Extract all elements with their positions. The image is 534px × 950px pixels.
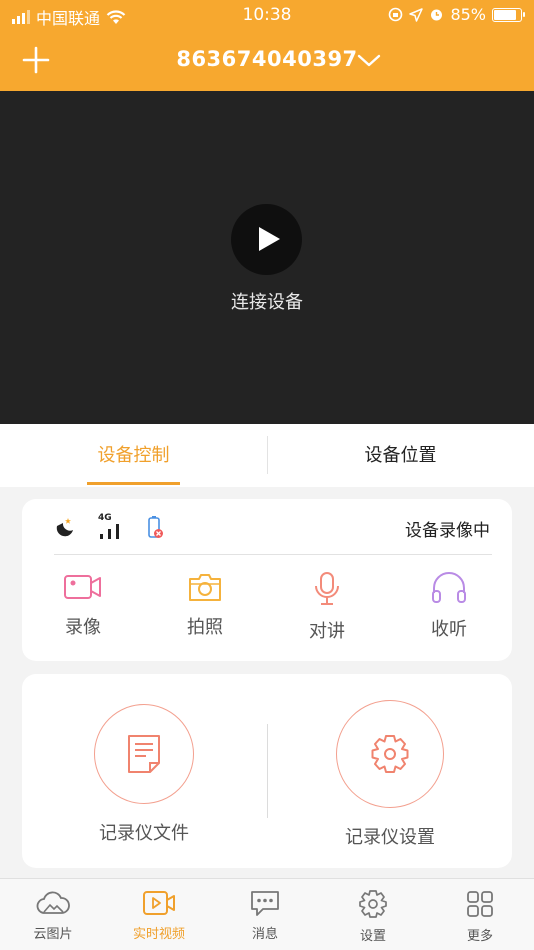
recorder-settings-button[interactable]: 记录仪设置 (290, 700, 490, 849)
header-nav: 863674040397 (0, 40, 534, 82)
nav-cloud-pictures[interactable]: 云图片 (0, 889, 106, 942)
bottom-nav: 云图片 实时视频 消息 设置 更多 (0, 878, 534, 950)
listen-label: 收听 (431, 619, 467, 640)
device-id-title: 863674040397 (176, 47, 358, 71)
play-icon (259, 227, 280, 251)
active-tab-indicator (87, 482, 180, 485)
recorder-files-circle (94, 704, 194, 804)
nav-messages-label: 消息 (251, 927, 278, 942)
microphone-icon (315, 572, 339, 605)
live-video-icon (143, 891, 175, 915)
recorder-card: 记录仪文件 记录仪设置 (22, 674, 512, 868)
play-button[interactable] (231, 204, 302, 275)
video-player[interactable]: 连接设备 (0, 91, 534, 424)
top-bar: 中国联通 10:38 85% 863674040397 (0, 0, 534, 91)
headphones-icon (432, 572, 466, 603)
message-icon (251, 891, 279, 916)
tab-bar: 设备控制 设备位置 (0, 424, 534, 487)
recording-status: 设备录像中 (405, 521, 490, 541)
nav-more-label: 更多 (466, 929, 493, 944)
signal-4g-icon: 4G (98, 513, 124, 539)
chevron-down-icon[interactable] (356, 51, 382, 69)
battery-alert-icon (148, 516, 163, 538)
recorder-settings-circle (336, 700, 444, 808)
record-video-button[interactable]: 录像 (22, 571, 144, 639)
night-mode-icon (56, 518, 73, 537)
alarm-clock-icon (431, 9, 443, 21)
connect-device-label: 连接设备 (231, 292, 303, 313)
battery-icon (492, 7, 525, 22)
tab-device-location[interactable]: 设备位置 (267, 424, 534, 487)
nav-settings[interactable]: 设置 (320, 889, 426, 944)
camera-icon (189, 574, 221, 601)
rotation-lock-icon (389, 7, 403, 22)
recorder-settings-label: 记录仪设置 (345, 827, 435, 848)
intercom-label: 对讲 (309, 621, 345, 642)
nav-live-video[interactable]: 实时视频 (106, 889, 212, 942)
recorder-files-label: 记录仪文件 (99, 823, 189, 844)
take-photo-button[interactable]: 拍照 (144, 571, 266, 639)
status-right: 85% (388, 5, 525, 24)
settings-icon (359, 890, 387, 918)
nav-live-video-label: 实时视频 (132, 927, 185, 942)
device-control-card: 4G 设备录像中 录像 拍照 对讲 收听 (22, 499, 512, 661)
recorder-files-button[interactable]: 记录仪文件 (44, 704, 244, 845)
listen-button[interactable]: 收听 (388, 571, 510, 641)
nav-more[interactable]: 更多 (427, 889, 533, 944)
record-video-label: 录像 (65, 617, 101, 638)
take-photo-label: 拍照 (187, 617, 223, 638)
card-divider (54, 554, 492, 555)
nav-cloud-pictures-label: 云图片 (33, 927, 73, 942)
signal-4g-label: 4G (98, 513, 112, 523)
nav-settings-label: 设置 (359, 929, 386, 944)
nav-messages[interactable]: 消息 (212, 889, 318, 942)
cloud-picture-icon (36, 891, 70, 914)
video-camera-icon (64, 575, 101, 599)
tab-device-control[interactable]: 设备控制 (0, 424, 267, 487)
location-arrow-icon (409, 7, 424, 22)
intercom-button[interactable]: 对讲 (266, 571, 388, 643)
battery-percent: 85% (450, 5, 486, 24)
gear-icon (371, 735, 409, 773)
document-icon (128, 735, 160, 773)
more-grid-icon (467, 891, 493, 917)
status-bar: 中国联通 10:38 85% (0, 0, 534, 30)
recorder-card-divider (267, 724, 268, 818)
device-status-icons: 4G (54, 513, 164, 539)
